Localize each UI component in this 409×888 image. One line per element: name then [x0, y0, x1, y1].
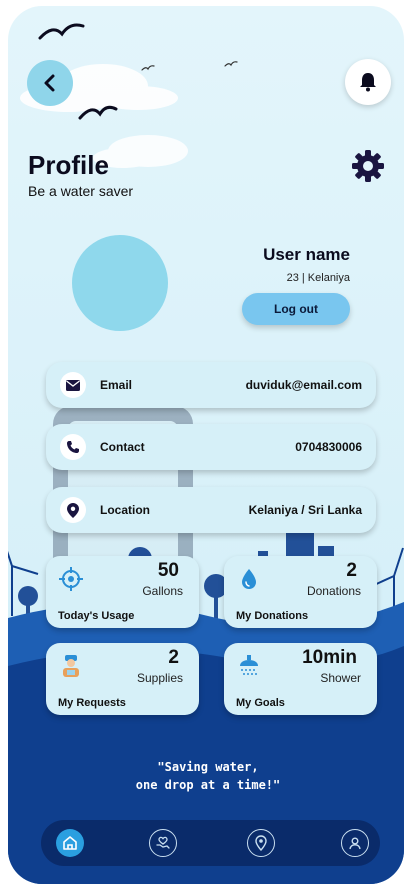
user-icon	[349, 837, 361, 850]
mail-icon	[60, 372, 86, 398]
bell-icon	[360, 73, 376, 92]
email-row[interactable]: Email duviduk@email.com	[46, 362, 376, 408]
my-requests-card[interactable]: 2 Supplies My Requests	[46, 643, 199, 715]
location-pin-icon	[60, 497, 86, 523]
my-donations-card[interactable]: 2 Donations My Donations	[224, 556, 377, 628]
quote-line-1: "Saving water,	[157, 760, 259, 774]
nav-donate[interactable]	[149, 829, 177, 857]
contact-value: 0704830006	[295, 440, 362, 454]
water-drop-icon	[242, 569, 256, 589]
email-label: Email	[100, 378, 133, 392]
my-goals-card[interactable]: 10min Shower My Goals	[224, 643, 377, 715]
target-icon	[59, 567, 83, 591]
shower-icon	[240, 655, 258, 675]
nav-profile[interactable]	[341, 829, 369, 857]
donations-value: 2	[346, 560, 357, 581]
usage-unit: Gallons	[142, 584, 183, 598]
phone-icon	[60, 434, 86, 460]
goals-unit: Shower	[320, 671, 361, 685]
goals-value: 10min	[302, 647, 357, 668]
logout-button[interactable]: Log out	[242, 293, 350, 325]
nav-home[interactable]	[56, 829, 84, 857]
location-row[interactable]: Location Kelaniya / Sri Lanka	[46, 487, 376, 533]
location-value: Kelaniya / Sri Lanka	[248, 503, 362, 517]
donations-label: My Donations	[236, 610, 309, 622]
chevron-left-icon	[44, 74, 55, 92]
user-name: User name	[263, 245, 350, 264]
nav-map[interactable]	[247, 829, 275, 857]
donations-unit: Donations	[306, 584, 361, 598]
delivery-person-icon	[63, 655, 79, 677]
heart-hand-icon	[156, 836, 170, 849]
back-button[interactable]	[27, 60, 73, 106]
todays-usage-card[interactable]: 50 Gallons Today's Usage	[46, 556, 199, 628]
motto-quote: "Saving water, one drop at a time!"	[78, 758, 338, 794]
notification-button[interactable]	[345, 59, 391, 105]
usage-label: Today's Usage	[58, 610, 135, 622]
email-value: duviduk@email.com	[245, 378, 362, 392]
location-label: Location	[100, 503, 150, 517]
requests-label: My Requests	[58, 697, 126, 709]
page-title: Profile	[28, 150, 109, 180]
usage-value: 50	[157, 560, 179, 581]
bottom-navigation	[41, 820, 380, 866]
avatar[interactable]	[72, 235, 168, 331]
requests-unit: Supplies	[136, 671, 183, 685]
home-icon	[63, 836, 77, 850]
requests-value: 2	[168, 647, 179, 668]
quote-line-2: one drop at a time!"	[135, 778, 281, 792]
phone-screen: Profile Be a water saver User name 23 | …	[8, 6, 404, 884]
goals-label: My Goals	[236, 697, 285, 709]
contact-row[interactable]: Contact 0704830006	[46, 424, 376, 470]
small-birds	[141, 61, 238, 71]
page-subtitle: Be a water saver	[28, 183, 134, 199]
map-pin-icon	[255, 835, 267, 851]
contact-label: Contact	[100, 440, 145, 454]
user-age-city: 23 | Kelaniya	[286, 272, 350, 284]
gear-icon[interactable]	[351, 149, 385, 183]
